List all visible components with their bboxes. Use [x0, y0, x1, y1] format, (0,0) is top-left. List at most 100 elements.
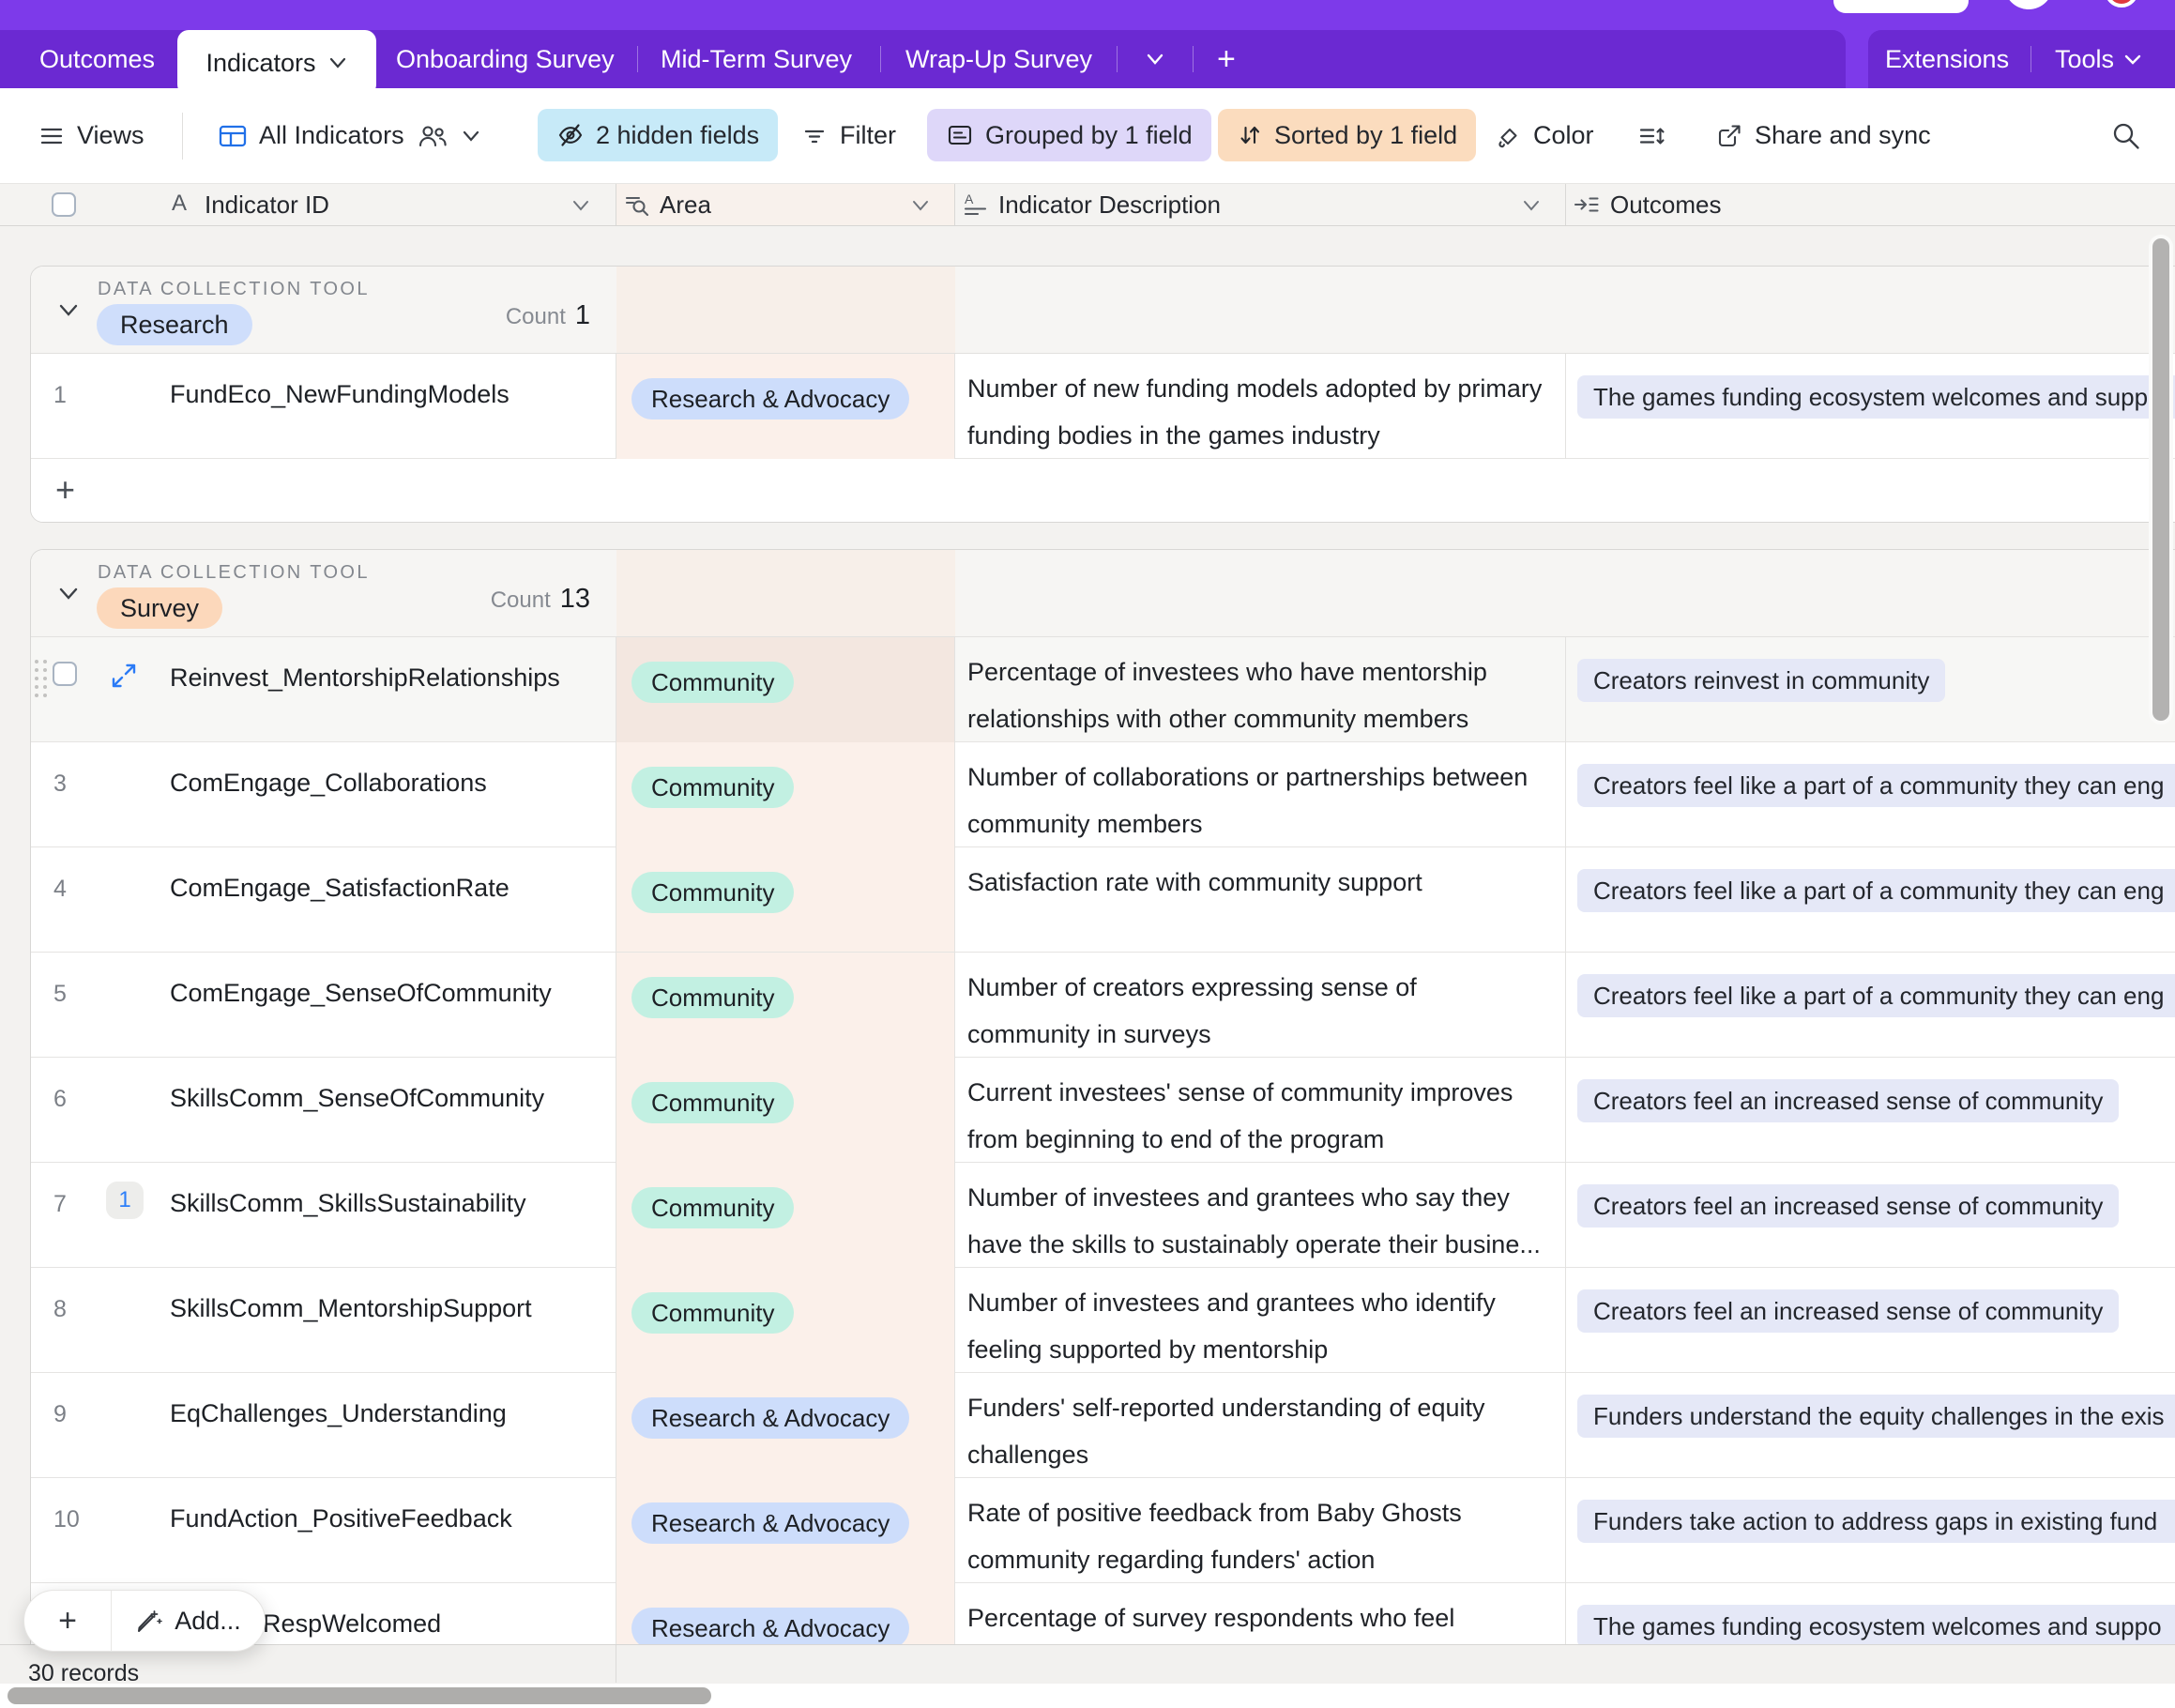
- area-chip[interactable]: Research & Advocacy: [631, 1397, 909, 1439]
- column-header-area[interactable]: Area: [660, 184, 711, 225]
- tabs-chevron-down-icon[interactable]: [1143, 30, 1167, 88]
- table-row[interactable]: 4 ComEngage_SatisfactionRate Community S…: [31, 847, 2175, 953]
- column-divider[interactable]: [1565, 184, 1566, 225]
- avatar[interactable]: [2004, 0, 2053, 9]
- tools-chevron-down-icon[interactable]: [2122, 30, 2143, 88]
- extensions-button[interactable]: Extensions: [1885, 30, 2009, 88]
- table-row[interactable]: 3 ComEngage_Collaborations Community Num…: [31, 742, 2175, 847]
- table-row[interactable]: 10 FundAction_PositiveFeedback Research …: [31, 1478, 2175, 1583]
- drag-handle[interactable]: [35, 660, 47, 697]
- column-header-indicator-id[interactable]: Indicator ID: [205, 184, 329, 225]
- record-id[interactable]: SkillsComm_SenseOfCommunity: [170, 1084, 544, 1113]
- tools-button[interactable]: Tools: [2055, 30, 2114, 88]
- record-id[interactable]: ComEngage_SenseOfCommunity: [170, 979, 552, 1008]
- outcome-chip[interactable]: Creators feel an increased sense of comm…: [1577, 1289, 2119, 1333]
- outcome-chip[interactable]: Creators feel like a part of a community…: [1577, 974, 2175, 1017]
- vertical-scrollbar[interactable]: [2149, 235, 2173, 724]
- outcome-chip[interactable]: Creators reinvest in community: [1577, 659, 1945, 702]
- outcome-chip[interactable]: The games funding ecosystem welcomes and…: [1577, 1605, 2175, 1644]
- column-header-indicator-description[interactable]: Indicator Description: [998, 184, 1221, 225]
- area-chip[interactable]: Community: [631, 1082, 794, 1123]
- outcome-chip[interactable]: Creators feel an increased sense of comm…: [1577, 1184, 2119, 1228]
- table-row[interactable]: 7 1 SkillsComm_SkillsSustainability Comm…: [31, 1163, 2175, 1268]
- record-id[interactable]: SkillsComm_MentorshipSupport: [170, 1294, 532, 1323]
- share-button[interactable]: Share and sync: [1715, 88, 1931, 183]
- indicator-description[interactable]: Rate of positive feedback from Baby Ghos…: [967, 1489, 1544, 1583]
- area-chip[interactable]: Research & Advocacy: [631, 1502, 909, 1544]
- select-all-checkbox[interactable]: [52, 192, 76, 217]
- indicator-description[interactable]: Percentage of investees who have mentors…: [967, 648, 1544, 742]
- views-button[interactable]: Views: [38, 88, 144, 183]
- color-button[interactable]: Color: [1494, 88, 1594, 183]
- record-id[interactable]: EqChallenges_Understanding: [170, 1399, 507, 1428]
- trial-pill-partial[interactable]: [1833, 0, 1969, 13]
- expand-record-icon[interactable]: [110, 662, 138, 690]
- table-row[interactable]: 9 EqChallenges_Understanding Research & …: [31, 1373, 2175, 1478]
- horizontal-scrollbar-thumb[interactable]: [8, 1687, 711, 1704]
- outcome-chip[interactable]: The games funding ecosystem welcomes and…: [1577, 375, 2175, 419]
- row-checkbox[interactable]: [53, 662, 77, 686]
- record-id[interactable]: SkillsComm_SkillsSustainability: [170, 1189, 526, 1218]
- indicator-description[interactable]: Percentage of survey respondents who fee…: [967, 1594, 1544, 1644]
- filter-button[interactable]: Filter: [800, 88, 896, 183]
- add-record-button[interactable]: +: [24, 1591, 112, 1651]
- search-button[interactable]: [2109, 88, 2143, 183]
- top-chrome-bar: [0, 0, 2175, 30]
- sort-button[interactable]: Sorted by 1 field: [1218, 109, 1476, 161]
- outcome-chip[interactable]: Funders take action to address gaps in e…: [1577, 1500, 2175, 1543]
- tab-wrap-up-survey[interactable]: Wrap-Up Survey: [905, 30, 1092, 88]
- area-chip[interactable]: Community: [631, 1292, 794, 1334]
- indicator-description[interactable]: Current investees' sense of community im…: [967, 1069, 1544, 1163]
- column-divider[interactable]: [954, 184, 955, 225]
- comment-count-badge[interactable]: 1: [106, 1182, 144, 1219]
- view-switcher[interactable]: All Indicators: [218, 88, 481, 183]
- add-table-plus-icon[interactable]: +: [1217, 30, 1236, 88]
- area-chip[interactable]: Research & Advocacy: [631, 378, 909, 419]
- area-chip[interactable]: Community: [631, 872, 794, 913]
- table-row[interactable]: 8 SkillsComm_MentorshipSupport Community…: [31, 1268, 2175, 1373]
- indicator-description[interactable]: Number of new funding models adopted by …: [967, 365, 1544, 459]
- table-row[interactable]: 6 SkillsComm_SenseOfCommunity Community …: [31, 1058, 2175, 1163]
- indicator-description[interactable]: Number of investees and grantees who ide…: [967, 1279, 1544, 1373]
- record-id[interactable]: Reinvest_MentorshipRelationships: [170, 663, 560, 693]
- tab-outcomes[interactable]: Outcomes: [39, 30, 155, 88]
- horizontal-scrollbar-track[interactable]: [0, 1684, 2175, 1708]
- area-chip[interactable]: Community: [631, 662, 794, 703]
- notification-dot[interactable]: [2105, 0, 2138, 8]
- indicator-description[interactable]: Number of creators expressing sense of c…: [967, 964, 1544, 1058]
- table-row[interactable]: 1 FundEco_NewFundingModels Research & Ad…: [31, 354, 2175, 459]
- record-id[interactable]: FundEco_NewFundingModels: [170, 380, 510, 409]
- chevron-down-icon[interactable]: [1521, 195, 1542, 216]
- indicator-description[interactable]: Number of investees and grantees who say…: [967, 1174, 1544, 1268]
- area-chip[interactable]: Community: [631, 1187, 794, 1228]
- area-chip[interactable]: Community: [631, 767, 794, 808]
- indicator-description[interactable]: Satisfaction rate with community support: [967, 859, 1544, 906]
- area-chip[interactable]: Community: [631, 977, 794, 1018]
- tab-mid-term-survey[interactable]: Mid-Term Survey: [661, 30, 852, 88]
- tab-onboarding-survey[interactable]: Onboarding Survey: [396, 30, 615, 88]
- outcome-chip[interactable]: Creators feel an increased sense of comm…: [1577, 1079, 2119, 1122]
- record-id[interactable]: ComEngage_SatisfactionRate: [170, 874, 510, 903]
- tab-indicators-active[interactable]: Indicators: [177, 30, 376, 96]
- record-id[interactable]: ComEngage_Collaborations: [170, 769, 487, 798]
- chevron-down-icon[interactable]: [910, 195, 931, 216]
- single-line-text-icon: A: [172, 191, 187, 217]
- add-record-row[interactable]: +: [31, 459, 2175, 522]
- table-row[interactable]: _SurveyRespWelcomed Research & Advocacy …: [31, 1583, 2175, 1644]
- ai-add-button[interactable]: Add...: [112, 1591, 265, 1651]
- record-id[interactable]: FundAction_PositiveFeedback: [170, 1504, 512, 1533]
- hidden-fields-button[interactable]: 2 hidden fields: [538, 109, 778, 161]
- table-row-hovered[interactable]: Reinvest_MentorshipRelationships Communi…: [31, 637, 2175, 742]
- indicator-description[interactable]: Funders' self-reported understanding of …: [967, 1384, 1544, 1478]
- group-button[interactable]: Grouped by 1 field: [927, 109, 1211, 161]
- column-header-outcomes[interactable]: Outcomes: [1610, 184, 1722, 225]
- indicator-description[interactable]: Number of collaborations or partnerships…: [967, 754, 1544, 847]
- outcome-chip[interactable]: Creators feel like a part of a community…: [1577, 764, 2175, 807]
- plus-icon[interactable]: +: [55, 470, 75, 510]
- area-chip[interactable]: Research & Advocacy: [631, 1608, 909, 1644]
- chevron-down-icon[interactable]: [570, 195, 591, 216]
- table-row[interactable]: 5 ComEngage_SenseOfCommunity Community N…: [31, 953, 2175, 1058]
- outcome-chip[interactable]: Creators feel like a part of a community…: [1577, 869, 2175, 912]
- row-height-button[interactable]: [1636, 88, 1666, 183]
- outcome-chip[interactable]: Funders understand the equity challenges…: [1577, 1395, 2175, 1438]
